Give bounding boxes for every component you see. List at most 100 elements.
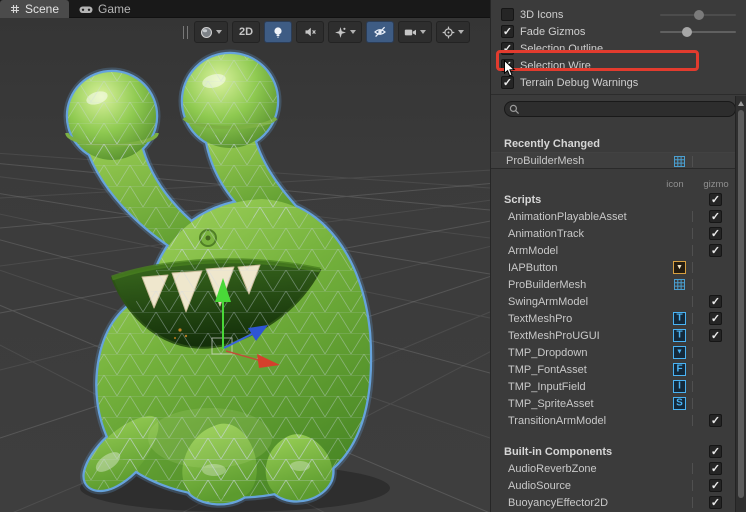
- gizmo-checkbox[interactable]: ✓: [709, 210, 722, 223]
- check-icon: ✓: [710, 496, 721, 509]
- slider-track: [660, 30, 736, 33]
- gizmo-slider[interactable]: [660, 26, 736, 38]
- row-label: TMP_SpriteAsset: [508, 397, 594, 410]
- shading-mode-button[interactable]: [194, 21, 228, 43]
- gizmo-checkbox[interactable]: ✓: [709, 496, 722, 509]
- gizmo-checkbox[interactable]: ✓: [709, 312, 722, 325]
- chevron-down-icon: [350, 30, 356, 34]
- tab-bar: Scene Game: [0, 0, 490, 18]
- row-label: TransitionArmModel: [508, 414, 607, 427]
- scene-viewport[interactable]: 2D: [0, 18, 490, 512]
- camera-menu-button[interactable]: [398, 21, 432, 43]
- gizmo-toggle-row: ✓ Selection Wire: [491, 57, 746, 74]
- tmp-icon[interactable]: S: [673, 397, 686, 410]
- column-divider: [692, 296, 693, 307]
- list-item: TMP_Dropdown ▼: [491, 344, 735, 361]
- gizmo-toggle-row: ✓ Fade Gizmos: [491, 23, 746, 40]
- slider-knob[interactable]: [693, 9, 704, 20]
- monster-model[interactable]: [67, 54, 390, 512]
- column-divider: [692, 480, 693, 491]
- check-icon: ✓: [502, 76, 513, 89]
- tmp-icon[interactable]: T: [673, 329, 686, 342]
- gizmo-toggle-row: 3D Icons: [491, 6, 746, 23]
- list-item: IAPButton ▼: [491, 259, 735, 276]
- gizmo-checkbox[interactable]: ✓: [709, 414, 722, 427]
- icon-glyph: S: [676, 397, 683, 408]
- effects-star-icon: [335, 26, 346, 38]
- toolbar-drag-handle[interactable]: [183, 25, 188, 39]
- scroll-up-arrow[interactable]: [736, 98, 746, 108]
- scene-canvas[interactable]: [0, 18, 490, 512]
- toggle-checkbox[interactable]: ✓: [501, 59, 514, 72]
- scrollbar-thumb[interactable]: [738, 110, 744, 498]
- gizmo-checkbox[interactable]: ✓: [709, 244, 722, 257]
- 2d-toggle-button[interactable]: 2D: [232, 21, 260, 43]
- row-label: ProBuilderMesh: [506, 154, 585, 167]
- eye-hidden-icon: [374, 26, 386, 38]
- visibility-toggle-button[interactable]: [366, 21, 394, 43]
- audio-muted-icon: [305, 27, 316, 37]
- list-item: TextMeshPro T ✓: [491, 310, 735, 327]
- probuilder-icon[interactable]: [673, 155, 686, 168]
- row-label: TextMeshPro: [508, 312, 573, 325]
- list-item: BuoyancyEffector2D ✓: [491, 494, 735, 511]
- lighting-toggle-button[interactable]: [264, 21, 292, 43]
- toggle-checkbox[interactable]: [501, 8, 514, 21]
- tab-game[interactable]: Game: [69, 0, 141, 18]
- row-label: AnimationPlayableAsset: [508, 210, 627, 223]
- slider-knob[interactable]: [682, 26, 693, 37]
- toggle-checkbox[interactable]: ✓: [501, 76, 514, 89]
- tmp-icon[interactable]: ▼: [673, 346, 686, 359]
- section-title: Scripts: [504, 193, 542, 206]
- probuilder-icon[interactable]: [673, 278, 686, 291]
- gizmo-checkbox[interactable]: ✓: [709, 295, 722, 308]
- tmp-icon[interactable]: T: [673, 312, 686, 325]
- tmp-icon[interactable]: I: [673, 380, 686, 393]
- gizmo-checkbox[interactable]: ✓: [709, 329, 722, 342]
- check-icon: ✓: [502, 25, 513, 38]
- row-label: TMP_FontAsset: [508, 363, 587, 376]
- list-item: SwingArmModel ✓: [491, 293, 735, 310]
- tab-scene[interactable]: Scene: [0, 0, 70, 18]
- audio-toggle-button[interactable]: [296, 21, 324, 43]
- gizmo-toggle-row: ✓ Selection Outline: [491, 40, 746, 57]
- row-label: BuoyancyEffector2D: [508, 496, 609, 509]
- check-icon: ✓: [710, 312, 721, 325]
- panel-scrollbar[interactable]: [735, 96, 746, 512]
- gizmo-checkbox[interactable]: ✓: [709, 479, 722, 492]
- gizmos-search-input[interactable]: [504, 101, 736, 117]
- builtin-master-checkbox[interactable]: ✓: [709, 445, 722, 458]
- row-label: AudioReverbZone: [508, 462, 597, 475]
- row-label: TextMeshProUGUI: [508, 329, 600, 342]
- row-label: AnimationTrack: [508, 227, 585, 240]
- column-divider: [692, 364, 693, 375]
- probuilder-grid-icon: [674, 279, 685, 290]
- toggle-checkbox[interactable]: ✓: [501, 42, 514, 55]
- column-divider: [692, 347, 693, 358]
- check-icon: ✓: [502, 42, 513, 55]
- iap-icon[interactable]: ▼: [673, 261, 686, 274]
- list-item: ProBuilderMesh: [491, 276, 735, 293]
- gizmos-menu-button[interactable]: [436, 21, 470, 43]
- column-divider: [692, 463, 693, 474]
- effects-menu-button[interactable]: [328, 21, 362, 43]
- gizmo-slider[interactable]: [660, 9, 736, 21]
- scripts-list: AnimationPlayableAsset ✓ AnimationTrack ✓ Ar…: [491, 208, 735, 429]
- column-divider: [692, 228, 693, 239]
- check-icon: ✓: [502, 59, 513, 72]
- gizmo-checkbox[interactable]: ✓: [709, 227, 722, 240]
- scripts-header: Scripts ✓: [491, 191, 746, 208]
- recently-changed-header: Recently Changed: [491, 135, 746, 152]
- column-divider: [692, 313, 693, 324]
- check-icon: ✓: [710, 295, 721, 308]
- toggle-checkbox[interactable]: ✓: [501, 25, 514, 38]
- scripts-master-checkbox[interactable]: ✓: [709, 193, 722, 206]
- check-icon: ✓: [710, 329, 721, 342]
- gizmo-checkbox[interactable]: ✓: [709, 462, 722, 475]
- section-title: Recently Changed: [504, 137, 600, 150]
- tmp-icon[interactable]: F: [673, 363, 686, 376]
- tab-game-label: Game: [98, 2, 131, 16]
- row-label: TMP_Dropdown: [508, 346, 588, 359]
- icon-column-label: icon: [666, 179, 684, 190]
- section-title: Built-in Components: [504, 445, 613, 458]
